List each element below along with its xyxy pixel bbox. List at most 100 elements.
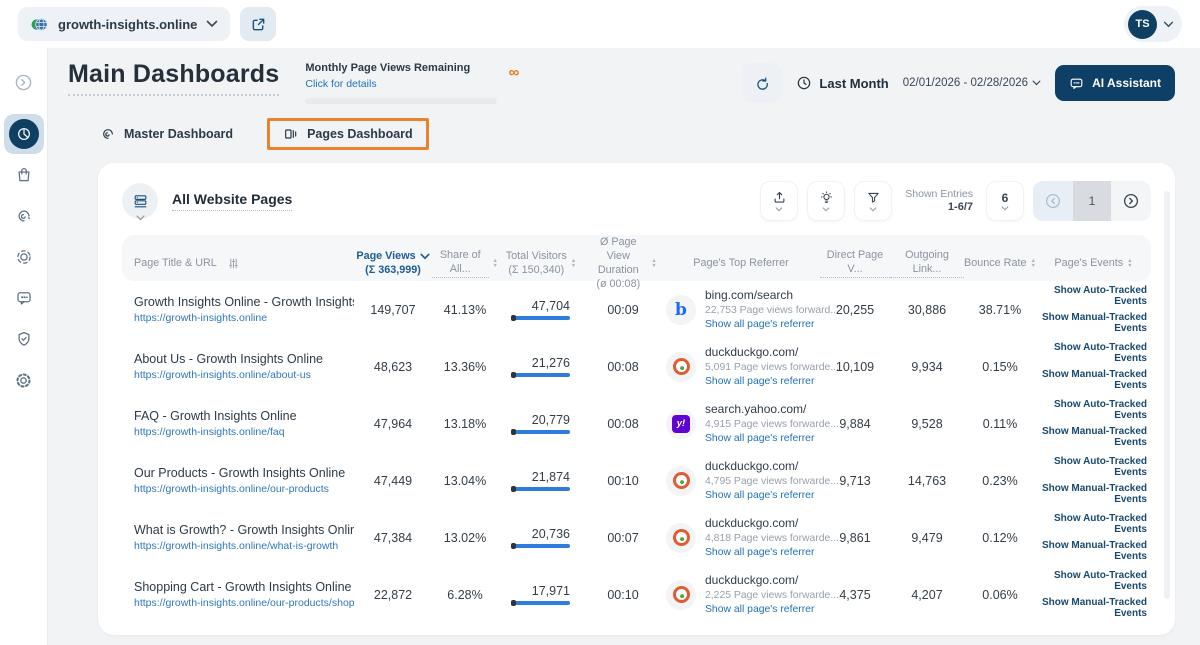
open-website-button[interactable] (240, 7, 277, 41)
share-value: 41.13% (443, 302, 487, 317)
show-all-referrers-link[interactable]: Show all page's referrer (705, 546, 820, 560)
col-header-duration[interactable]: Ø Page View Duration (ø 00:08) ▲ ▼ (584, 235, 662, 291)
show-auto-tracked-events-link[interactable]: Show Auto-Tracked Events (1036, 570, 1147, 592)
columns-icon (283, 126, 299, 142)
page-url-link[interactable]: https://growth-insights.online/our-produ… (134, 482, 354, 497)
dashboard-tabs: Master Dashboard Pages Dashboard (68, 118, 1175, 150)
top-referrer-cell: duckduckgo.com/ 4,795 Page views forward… (662, 458, 839, 503)
show-auto-tracked-events-link[interactable]: Show Auto-Tracked Events (1036, 513, 1147, 535)
show-all-referrers-link[interactable]: Show all page's referrer (705, 432, 820, 446)
outgoing-links-value: 30,886 (907, 302, 947, 317)
sidebar-collapse-button[interactable] (4, 62, 44, 102)
page-events-cell: Show Auto-Tracked Events Show Manual-Tra… (1036, 342, 1151, 391)
top-referrer-cell: bing.com/search 22,753 Page views forwar… (662, 287, 839, 332)
shown-entries: Shown Entries 1-6/7 (905, 188, 973, 215)
page-events-cell: Show Auto-Tracked Events Show Manual-Tra… (1036, 570, 1151, 619)
page-url-link[interactable]: https://growth-insights.online/faq (134, 425, 354, 440)
show-manual-tracked-events-link[interactable]: Show Manual-Tracked Events (1036, 483, 1147, 505)
show-auto-tracked-events-link[interactable]: Show Auto-Tracked Events (1036, 399, 1147, 421)
top-referrer-cell: duckduckgo.com/ 5,091 Page views forward… (662, 344, 839, 389)
col-header-page-views[interactable]: Page Views (Σ 363,999) (354, 249, 432, 277)
quota-progress-bar (305, 98, 498, 104)
sidebar-item-privacy[interactable] (4, 319, 44, 359)
col-header-direct[interactable]: Direct Page V... (820, 248, 890, 279)
export-button[interactable] (760, 181, 799, 221)
direct-views-value: 4,375 (839, 587, 871, 602)
bounce-rate-value: 38.71% (978, 302, 1022, 317)
show-manual-tracked-events-link[interactable]: Show Manual-Tracked Events (1036, 426, 1147, 448)
page-url-link[interactable]: https://growth-insights.online (134, 311, 354, 326)
show-auto-tracked-events-link[interactable]: Show Auto-Tracked Events (1036, 285, 1147, 307)
tab-master-dashboard[interactable]: Master Dashboard (90, 120, 243, 148)
panel-header: All Website Pages Shown Entries 1-6/7 6 … (122, 181, 1151, 221)
show-manual-tracked-events-link[interactable]: Show Manual-Tracked Events (1036, 312, 1147, 334)
show-all-referrers-link[interactable]: Show all page's referrer (705, 375, 820, 389)
website-logo-icon (30, 15, 49, 34)
duration-value: 00:07 (607, 530, 639, 545)
show-all-referrers-link[interactable]: Show all page's referrer (705, 489, 820, 503)
col-header-events[interactable]: Page's Events ▲ ▼ (1036, 256, 1151, 270)
sidebar-item-communication[interactable] (4, 278, 44, 318)
page-url-link[interactable]: https://growth-insights.online/about-us (134, 368, 354, 383)
refresh-button[interactable] (742, 63, 783, 103)
sort-icon: ▲ ▼ (1127, 257, 1133, 269)
page-views-value: 47,384 (373, 530, 413, 545)
duckduckgo-favicon (666, 522, 696, 553)
page-header: Main Dashboards Monthly Page Views Remai… (68, 60, 1175, 106)
col-header-total-visitors[interactable]: Total Visitors (Σ 150,340) ▲ ▼ (498, 249, 584, 277)
col-sum: (Σ 150,340) (508, 264, 565, 277)
show-manual-tracked-events-link[interactable]: Show Manual-Tracked Events (1036, 369, 1147, 391)
ai-assistant-button[interactable]: AI Assistant (1055, 65, 1175, 101)
user-menu[interactable]: TS (1124, 6, 1182, 42)
arrow-left-circle-icon (1044, 192, 1062, 210)
quota-details-link[interactable]: Click for details (305, 78, 376, 90)
show-manual-tracked-events-link[interactable]: Show Manual-Tracked Events (1036, 540, 1147, 562)
filter-button[interactable] (854, 181, 893, 221)
panel-tools: Shown Entries 1-6/7 6 1 (760, 181, 1151, 221)
page-url-link[interactable]: https://growth-insights.online/our-produ… (134, 596, 354, 611)
website-selector[interactable]: growth-insights.online (18, 7, 231, 41)
panel-menu-button[interactable] (122, 183, 158, 221)
sidebar-item-settings[interactable] (4, 360, 44, 400)
show-all-referrers-link[interactable]: Show all page's referrer (705, 318, 820, 332)
refresh-icon (754, 75, 771, 92)
date-range-selector[interactable]: 02/01/2026 - 02/28/2026 (903, 77, 1041, 89)
tab-pages-dashboard[interactable]: Pages Dashboard (267, 118, 429, 150)
sidebar-item-dashboards[interactable] (3, 114, 44, 154)
chevron-down-icon (135, 208, 145, 226)
total-visitors-cell: 21,874 (498, 470, 584, 492)
header-controls: Last Month 02/01/2026 - 02/28/2026 AI As… (742, 60, 1175, 103)
col-header-bounce[interactable]: Bounce Rate ▲ ▼ (964, 256, 1036, 270)
col-header-outgoing[interactable]: Outgoing Link... (890, 248, 964, 279)
table-row: What is Growth? - Growth Insights Online… (122, 509, 1151, 566)
page-views-value: 22,872 (373, 587, 413, 602)
total-visitors-cell: 20,736 (498, 527, 584, 549)
duration-value: 00:10 (607, 587, 639, 602)
total-visitors-value: 17,971 (531, 584, 570, 598)
period-selector[interactable]: Last Month (796, 75, 889, 91)
share-value: 6.28% (447, 587, 483, 602)
page-title-cell: FAQ - Growth Insights Online https://gro… (122, 407, 354, 440)
sidebar-item-ecommerce[interactable] (4, 155, 44, 195)
duckduckgo-favicon (666, 579, 696, 610)
show-manual-tracked-events-link[interactable]: Show Manual-Tracked Events (1036, 597, 1147, 619)
column-settings-icon[interactable] (227, 257, 240, 270)
page-url-link[interactable]: https://growth-insights.online/what-is-g… (134, 539, 354, 554)
show-all-referrers-link[interactable]: Show all page's referrer (705, 603, 820, 617)
show-auto-tracked-events-link[interactable]: Show Auto-Tracked Events (1036, 342, 1147, 364)
bulb-icon (819, 190, 834, 205)
shown-entries-label: Shown Entries (905, 187, 973, 200)
insights-button[interactable] (807, 181, 846, 221)
vertical-scrollbar[interactable] (1164, 191, 1170, 599)
col-header-page-title[interactable]: Page Title & URL (122, 256, 354, 270)
next-page-button[interactable] (1111, 181, 1151, 221)
page-size-selector[interactable]: 6 (986, 181, 1024, 221)
website-name: growth-insights.online (58, 16, 198, 32)
col-label: Page's Events (1054, 257, 1124, 270)
col-header-share[interactable]: Share of All... ▲ ▼ (432, 248, 498, 279)
show-auto-tracked-events-link[interactable]: Show Auto-Tracked Events (1036, 456, 1147, 478)
spiral-icon (100, 126, 116, 142)
previous-page-button[interactable] (1033, 181, 1073, 221)
sidebar-item-visitors[interactable] (4, 237, 44, 277)
sidebar-item-behavior[interactable] (4, 196, 44, 236)
